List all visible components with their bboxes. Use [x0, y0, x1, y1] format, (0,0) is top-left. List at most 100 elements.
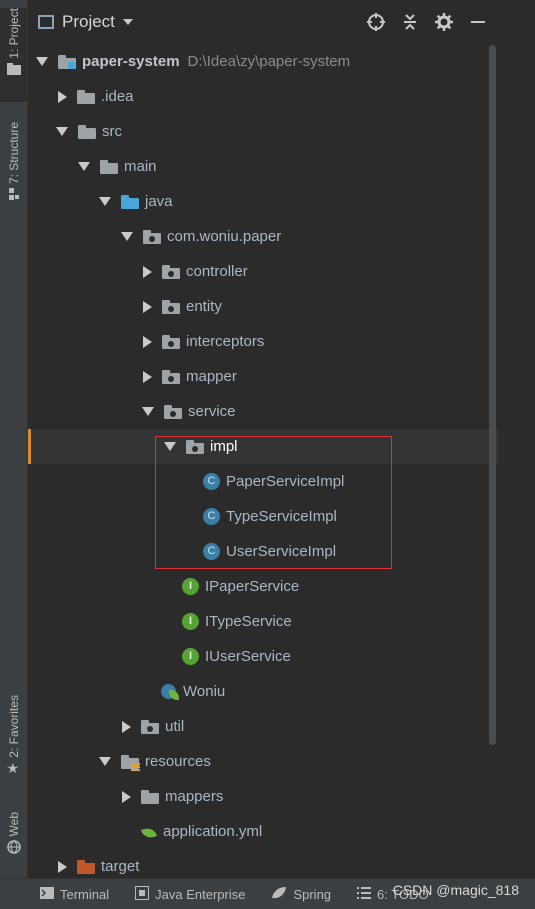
tree-node-interface[interactable]: I ITypeService: [28, 604, 535, 639]
folder-icon: [77, 89, 95, 104]
node-label: util: [165, 718, 185, 735]
project-view-icon: [38, 15, 54, 29]
tree-node-mapper[interactable]: mapper: [28, 359, 535, 394]
interface-icon: I: [182, 648, 199, 665]
project-toolbar: Project: [28, 0, 498, 44]
web-tool-tab[interactable]: Web: [0, 812, 27, 868]
java-enterprise-label: Java Enterprise: [155, 886, 246, 902]
package-icon: [162, 334, 180, 349]
chevron-down-icon[interactable]: [99, 757, 111, 766]
tree-node-package[interactable]: com.woniu.paper: [28, 219, 535, 254]
package-icon: [162, 264, 180, 279]
tree-node-impl[interactable]: impl: [28, 429, 498, 464]
spring-config-icon: [140, 824, 160, 840]
favorites-tool-tab[interactable]: 2: Favorites ★: [0, 695, 27, 795]
chevron-right-icon[interactable]: [143, 335, 152, 348]
tree-node-util[interactable]: util: [28, 709, 535, 744]
node-label: entity: [186, 298, 222, 315]
tree-node-main[interactable]: main: [28, 149, 535, 184]
spring-boot-app-icon: [160, 682, 180, 702]
web-tab-label: Web: [6, 812, 21, 837]
chevron-down-icon[interactable]: [164, 442, 176, 451]
chevron-right-icon[interactable]: [58, 860, 67, 873]
structure-tool-tab[interactable]: 7: Structure: [0, 122, 27, 222]
resources-folder-icon: [121, 754, 140, 771]
chevron-down-icon[interactable]: [142, 407, 154, 416]
node-label: .idea: [101, 88, 134, 105]
tree-node-woniu[interactable]: Woniu: [28, 674, 535, 709]
chevron-down-icon[interactable]: [56, 127, 68, 136]
left-tool-strip: 1: Project 7: Structure 2: Favorites ★ W…: [0, 0, 28, 878]
interface-icon: I: [182, 613, 199, 630]
tree-node-class[interactable]: C UserServiceImpl: [28, 534, 535, 569]
node-label: ITypeService: [205, 613, 292, 630]
chevron-right-icon[interactable]: [58, 90, 67, 103]
structure-icon: [7, 188, 21, 201]
node-label: main: [124, 158, 157, 175]
chevron-down-icon[interactable]: [36, 57, 48, 66]
project-name: paper-system: [82, 53, 180, 70]
chevron-right-icon[interactable]: [122, 720, 131, 733]
node-label: target: [101, 858, 140, 875]
package-icon: [162, 299, 180, 314]
package-icon: [164, 404, 182, 419]
terminal-tab[interactable]: Terminal: [40, 886, 110, 902]
package-icon: [141, 719, 159, 734]
todo-list-icon: [357, 886, 372, 902]
excluded-folder-icon: [77, 859, 95, 874]
collapse-all-icon[interactable]: [400, 12, 420, 32]
spring-leaf-icon: [271, 886, 287, 903]
tree-node-root[interactable]: paper-system D:\Idea\zy\paper-system: [28, 44, 506, 79]
node-label: controller: [186, 263, 248, 280]
chevron-down-icon[interactable]: [122, 19, 133, 25]
chevron-down-icon[interactable]: [78, 162, 90, 171]
folder-icon: [6, 62, 21, 75]
tree-node-interface[interactable]: I IPaperService: [28, 569, 535, 604]
node-label: mapper: [186, 368, 237, 385]
tree-node-src[interactable]: src: [28, 114, 526, 149]
panel-title[interactable]: Project: [62, 12, 115, 32]
node-label: application.yml: [163, 823, 263, 840]
tree-node-java[interactable]: java: [28, 184, 535, 219]
module-folder-icon: [58, 54, 76, 69]
node-label: src: [102, 123, 122, 140]
chevron-right-icon[interactable]: [143, 300, 152, 313]
chevron-down-icon[interactable]: [99, 197, 111, 206]
project-path: D:\Idea\zy\paper-system: [187, 53, 351, 70]
tree-node-controller[interactable]: controller: [28, 254, 535, 289]
minimize-icon[interactable]: [468, 12, 488, 32]
chevron-right-icon[interactable]: [143, 370, 152, 383]
node-label: PaperServiceImpl: [226, 473, 345, 490]
terminal-label: Terminal: [60, 886, 110, 902]
spring-tab[interactable]: Spring: [271, 886, 331, 903]
folder-icon: [78, 124, 96, 139]
node-label: mappers: [165, 788, 224, 805]
tree-node-application-yml[interactable]: application.yml: [28, 814, 535, 849]
locate-icon[interactable]: [366, 12, 386, 32]
tree-node-entity[interactable]: entity: [28, 289, 535, 324]
chevron-right-icon[interactable]: [122, 790, 131, 803]
tree-node-mappers[interactable]: mappers: [28, 779, 535, 814]
gear-icon[interactable]: [434, 12, 454, 32]
vertical-scrollbar[interactable]: [489, 45, 496, 745]
tree-node-idea[interactable]: .idea: [28, 79, 526, 114]
java-enterprise-tab[interactable]: Java Enterprise: [134, 884, 246, 903]
folder-icon: [141, 789, 159, 804]
tree-node-service[interactable]: service: [28, 394, 535, 429]
package-icon: [162, 369, 180, 384]
tree-node-interface[interactable]: I IUserService: [28, 639, 535, 674]
tree-node-interceptors[interactable]: interceptors: [28, 324, 535, 359]
structure-tab-label: 7: Structure: [6, 122, 21, 185]
tree-node-class[interactable]: C TypeServiceImpl: [28, 499, 535, 534]
java-enterprise-icon: [134, 884, 151, 903]
project-tool-tab[interactable]: 1: Project: [0, 8, 27, 102]
node-label: TypeServiceImpl: [226, 508, 337, 525]
node-label: service: [188, 403, 236, 420]
favorites-tab-label: 2: Favorites: [6, 695, 21, 758]
chevron-right-icon[interactable]: [143, 265, 152, 278]
class-icon: C: [203, 508, 220, 525]
chevron-down-icon[interactable]: [121, 232, 133, 241]
node-label: IUserService: [205, 648, 291, 665]
tree-node-resources[interactable]: resources: [28, 744, 535, 779]
tree-node-class[interactable]: C PaperServiceImpl: [28, 464, 535, 499]
